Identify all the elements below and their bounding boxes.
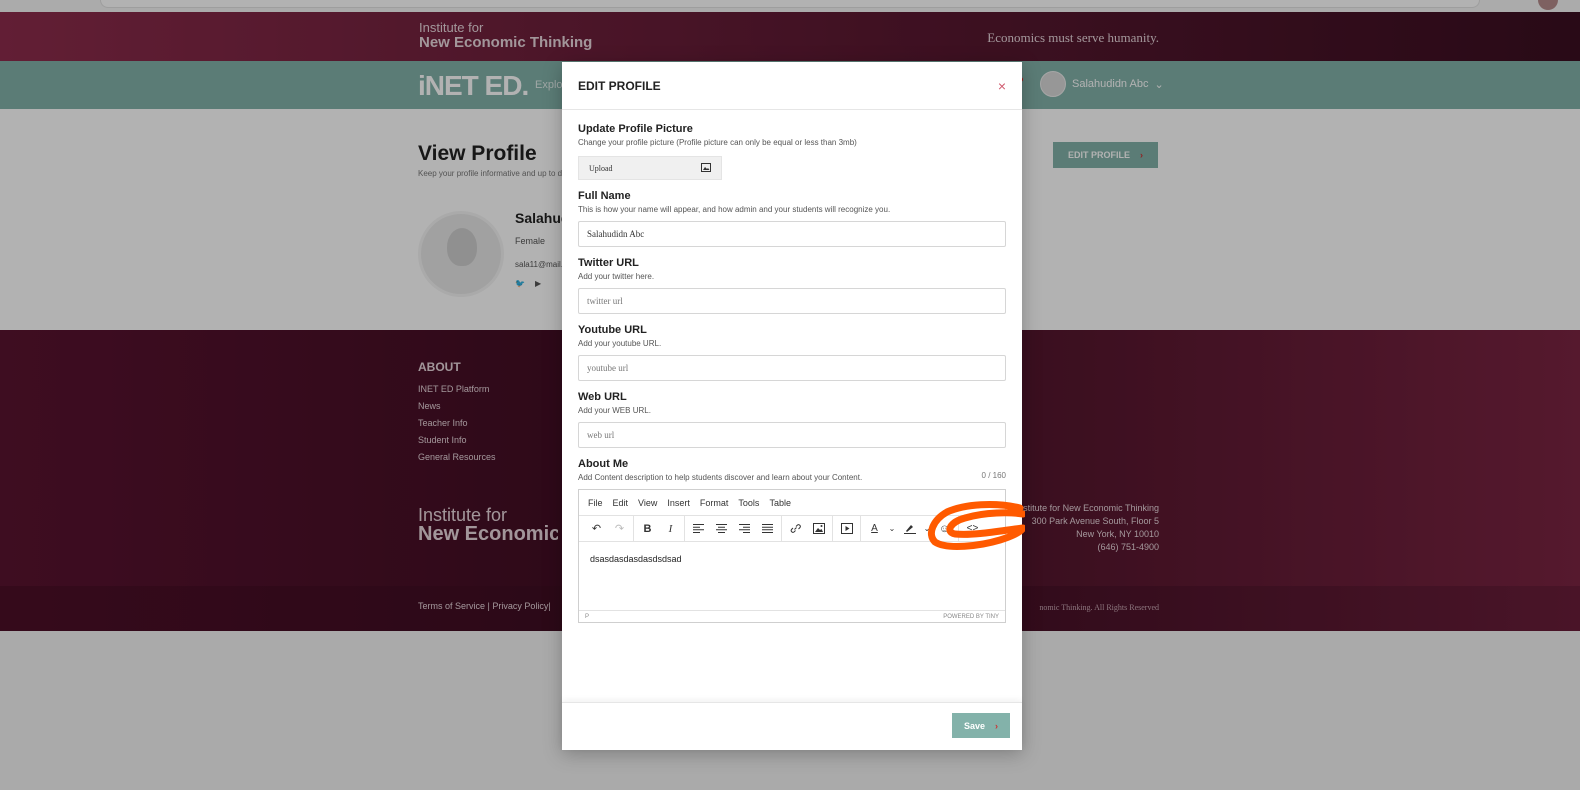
web-label: Web URL [578, 391, 627, 403]
menu-file[interactable]: File [588, 498, 603, 508]
web-group: Web URL Add your WEB URL. web url [578, 390, 1006, 448]
emoticon-icon[interactable]: ☺ [933, 518, 956, 540]
toolbar-separator [860, 515, 861, 542]
link-icon[interactable] [784, 518, 807, 540]
menu-view[interactable]: View [638, 498, 657, 508]
toolbar-separator [781, 515, 782, 542]
picture-label: Update Profile Picture [578, 123, 693, 135]
twitter-group: Twitter URL Add your twitter here. twitt… [578, 256, 1006, 314]
web-url-field[interactable]: web url [578, 422, 1006, 448]
rich-text-editor: File Edit View Insert Format Tools Table… [578, 489, 1006, 623]
source-code-icon[interactable]: <> [961, 518, 984, 540]
close-icon[interactable]: × [998, 78, 1006, 94]
menu-edit[interactable]: Edit [613, 498, 629, 508]
highlight-color-icon[interactable] [898, 518, 921, 540]
menu-tools[interactable]: Tools [738, 498, 759, 508]
bold-icon[interactable]: B [636, 518, 659, 540]
modal-title: EDIT PROFILE [578, 79, 661, 93]
modal-header: EDIT PROFILE × [562, 62, 1022, 110]
chevron-down-icon[interactable]: ⌄ [921, 518, 933, 540]
align-right-icon[interactable] [733, 518, 756, 540]
align-justify-icon[interactable] [756, 518, 779, 540]
youtube-help: Add your youtube URL. [578, 339, 662, 348]
powered-by-tiny[interactable]: POWERED BY TINY [943, 614, 999, 620]
twitter-label: Twitter URL [578, 257, 639, 269]
redo-icon[interactable]: ↷ [608, 518, 631, 540]
editor-content[interactable]: dsasdasdasdasdsdsad [590, 554, 682, 564]
full-name-field[interactable]: Salahudidn Abc [578, 221, 1006, 247]
upload-label: Upload [589, 163, 613, 173]
full-name-group: Full Name This is how your name will app… [578, 189, 1006, 247]
twitter-url-field[interactable]: twitter url [578, 288, 1006, 314]
char-counter: 0 / 160 [981, 471, 1006, 480]
web-help: Add your WEB URL. [578, 406, 651, 415]
about-group: About Me Add Content description to help… [578, 457, 1006, 623]
text-color-icon[interactable]: A [863, 518, 886, 540]
toolbar-separator [958, 515, 959, 542]
editor-menubar: File Edit View Insert Format Tools Table [579, 490, 1005, 516]
toolbar-separator [832, 515, 833, 542]
align-center-icon[interactable] [710, 518, 733, 540]
youtube-label: Youtube URL [578, 324, 647, 336]
picture-help: Change your profile picture (Profile pic… [578, 138, 857, 147]
menu-insert[interactable]: Insert [667, 498, 690, 508]
chevron-down-icon[interactable]: ⌄ [886, 518, 898, 540]
chevron-right-icon: › [995, 720, 999, 731]
twitter-help: Add your twitter here. [578, 272, 655, 281]
youtube-url-field[interactable]: youtube url [578, 355, 1006, 381]
insert-media-icon[interactable] [835, 518, 858, 540]
modal-footer: Save › [562, 702, 1022, 750]
menu-table[interactable]: Table [769, 498, 791, 508]
undo-icon[interactable]: ↶ [585, 518, 608, 540]
modal-body: Update Profile Picture Change your profi… [578, 122, 1006, 632]
full-name-help: This is how your name will appear, and h… [578, 205, 891, 214]
insert-image-icon[interactable] [807, 518, 830, 540]
edit-profile-modal: EDIT PROFILE × Update Profile Picture Ch… [562, 62, 1022, 750]
element-path[interactable]: P [585, 614, 589, 620]
upload-picture-button[interactable]: Upload [578, 156, 722, 180]
menu-format[interactable]: Format [700, 498, 729, 508]
editor-toolbar: ↶ ↷ B I A ⌄ ⌄ ☺ <> [579, 515, 1005, 542]
italic-icon[interactable]: I [659, 518, 682, 540]
picture-group: Update Profile Picture Change your profi… [578, 122, 1006, 180]
align-left-icon[interactable] [687, 518, 710, 540]
about-label: About Me [578, 458, 629, 470]
youtube-group: Youtube URL Add your youtube URL. youtub… [578, 323, 1006, 381]
image-icon [701, 162, 711, 174]
save-button[interactable]: Save › [952, 713, 1010, 738]
about-help: Add Content description to help students… [578, 473, 863, 482]
toolbar-separator [684, 515, 685, 542]
toolbar-separator [633, 515, 634, 542]
full-name-label: Full Name [578, 190, 631, 202]
save-label: Save [963, 720, 986, 731]
editor-statusbar: P POWERED BY TINY [579, 610, 1005, 622]
